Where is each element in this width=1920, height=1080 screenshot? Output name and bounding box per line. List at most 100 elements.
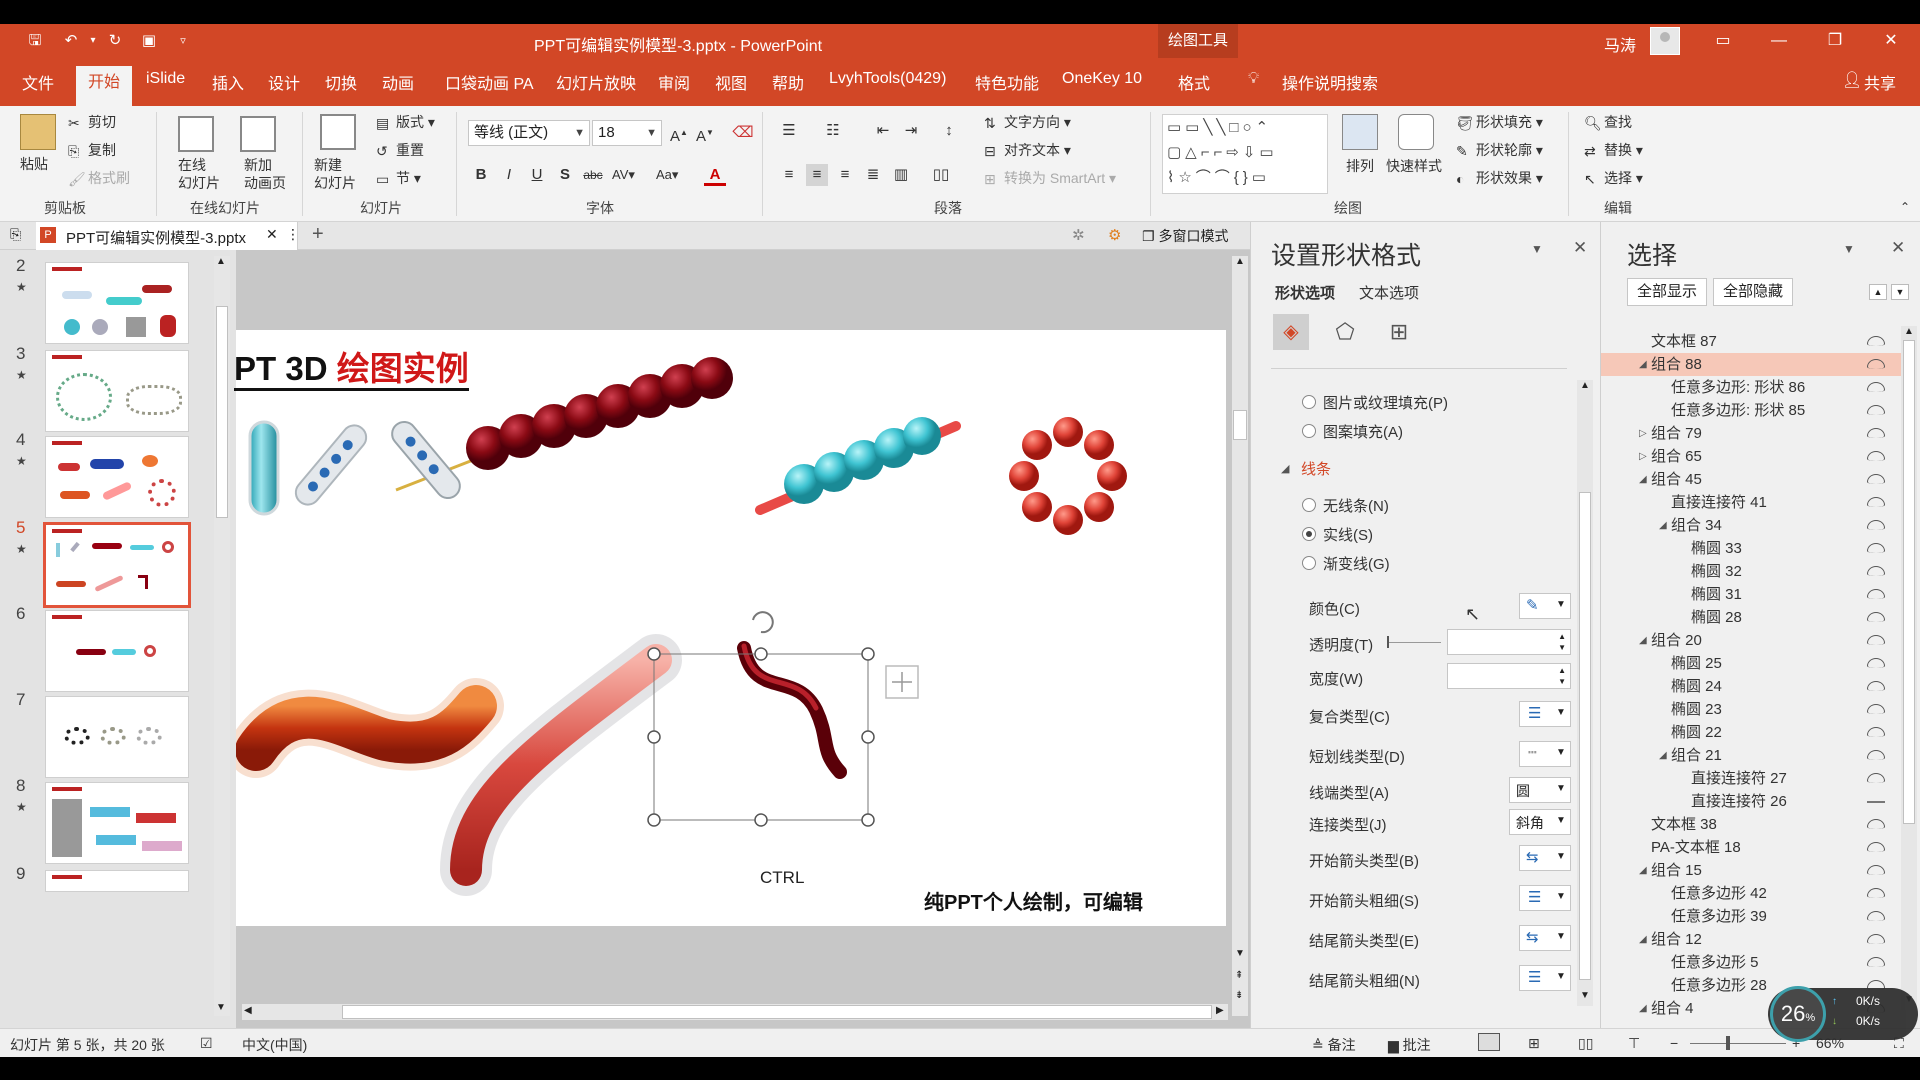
bullets-icon[interactable]: ☰ <box>778 120 800 142</box>
transparency-slider[interactable] <box>1387 636 1441 648</box>
eye-icon[interactable] <box>1867 520 1885 530</box>
compound-type-dropdown[interactable]: ☰ ▼ <box>1519 701 1571 727</box>
font-name-combo[interactable]: 等线 (正文) ▼ <box>468 120 590 146</box>
shapes-gallery[interactable]: ▭▭╲╲□○⌃ ▢△⌐⌐⇨⇩▭ ⌇☆⌒⌒{}▭ <box>1162 114 1328 194</box>
slide-canvas[interactable]: PT 3D 绘图实例 CTRL 纯PPT个人绘制，可编辑 <box>234 330 1226 926</box>
tab-design[interactable]: 设计 <box>268 70 300 94</box>
expand-caret-icon[interactable]: ◢ <box>1659 514 1667 537</box>
send-backward-icon[interactable]: ▼ <box>1891 284 1909 300</box>
eye-icon[interactable] <box>1867 842 1885 852</box>
close-icon[interactable]: ✕ <box>266 226 278 243</box>
scroll-left-icon[interactable]: ◀ <box>244 1005 252 1016</box>
line-spacing-icon[interactable]: ↕ <box>938 120 960 142</box>
effects-pentagon-icon[interactable]: ⬠ <box>1327 314 1363 350</box>
tab-islide[interactable]: iSlide <box>146 70 185 88</box>
shape-outline-button[interactable]: ✎ 形状轮廓 ▾ <box>1456 140 1543 160</box>
tab-transitions[interactable]: 切换 <box>325 70 357 94</box>
slider-thumb[interactable] <box>1387 636 1389 648</box>
char-spacing-icon[interactable]: AV▾ <box>612 164 635 186</box>
eye-icon[interactable] <box>1867 635 1885 645</box>
slide-thumbnail-8[interactable] <box>45 782 189 864</box>
expand-caret-icon[interactable]: ◢ <box>1639 468 1647 491</box>
shrink-font-icon[interactable]: A▼ <box>694 122 716 145</box>
selection-tree-item[interactable]: 椭圆 22 <box>1601 721 1901 744</box>
tab-format[interactable]: 格式 <box>1178 70 1210 94</box>
strikethrough-icon[interactable]: abc <box>582 164 604 186</box>
thumbnails-scrollbar[interactable]: ▲ ▼ <box>214 256 230 1016</box>
selection-tree-item[interactable]: PA-文本框 18 <box>1601 836 1901 859</box>
quick-styles-icon[interactable] <box>1398 114 1434 150</box>
scroll-down-icon[interactable]: ▼ <box>1580 990 1590 1001</box>
eye-icon[interactable] <box>1867 819 1885 829</box>
expand-caret-icon[interactable]: ◢ <box>1639 629 1647 652</box>
slide-thumbnail-3[interactable] <box>45 350 189 432</box>
canvas-vertical-scrollbar[interactable]: ▲ ▼ ⇞ ⇟ <box>1232 256 1248 1016</box>
selection-tree-item[interactable]: 任意多边形 42 <box>1601 882 1901 905</box>
solid-line-radio[interactable] <box>1302 527 1316 541</box>
notes-button[interactable]: ≜ 备注 <box>1312 1035 1356 1055</box>
tab-text-options[interactable]: 文本选项 <box>1359 282 1419 303</box>
end-arrow-type-dropdown[interactable]: ⇆ ▼ <box>1519 925 1571 951</box>
close-button[interactable]: ✕ <box>1868 24 1914 58</box>
reset-button[interactable]: ↺ 重置 <box>376 140 424 160</box>
slide-caption[interactable]: 纯PPT个人绘制，可编辑 <box>924 886 1143 915</box>
scroll-right-icon[interactable]: ▶ <box>1216 1005 1224 1016</box>
eye-icon[interactable] <box>1867 911 1885 921</box>
shape-effects-button[interactable]: ◐ 形状效果 ▾ <box>1456 168 1543 188</box>
font-size-combo[interactable]: 18 ▼ <box>592 120 662 146</box>
increase-indent-icon[interactable]: ⇥ <box>900 120 922 142</box>
selection-tree-item[interactable]: 椭圆 33 <box>1601 537 1901 560</box>
eye-icon[interactable] <box>1867 727 1885 737</box>
online-slides-icon[interactable] <box>178 116 214 152</box>
italic-icon[interactable]: I <box>498 164 520 186</box>
selection-tree-item[interactable]: 任意多边形: 形状 86 <box>1601 376 1901 399</box>
multi-window-button[interactable]: ❐ 多窗口模式 <box>1142 226 1228 246</box>
selection-tree-item[interactable]: 任意多边形 5 <box>1601 951 1901 974</box>
align-center-icon[interactable]: ≡ <box>806 164 828 186</box>
selection-tree-item[interactable]: 任意多边形: 形状 85 <box>1601 399 1901 422</box>
eye-icon[interactable] <box>1867 957 1885 967</box>
align-text-button[interactable]: ⊟ 对齐文本 ▾ <box>984 140 1071 160</box>
new-animation-page-button[interactable]: 新加 动画页 <box>244 156 286 192</box>
scroll-up-icon[interactable]: ▲ <box>1904 326 1914 337</box>
share-icon[interactable]: 👤︎ <box>1842 70 1862 90</box>
tab-animations[interactable]: 动画 <box>382 70 414 94</box>
arrange-button[interactable]: 排列 <box>1346 156 1374 176</box>
numbering-icon[interactable]: ☷ <box>822 120 844 142</box>
selection-tree-item[interactable]: 文本框 38 <box>1601 813 1901 836</box>
minimize-button[interactable]: — <box>1756 24 1802 58</box>
clear-format-icon[interactable]: ⌫ <box>732 122 754 144</box>
zoom-out-icon[interactable]: − <box>1670 1035 1678 1051</box>
tab-home[interactable]: 开始 <box>76 66 132 106</box>
selection-tree-item[interactable]: 椭圆 32 <box>1601 560 1901 583</box>
next-slide-icon[interactable]: ⇟ <box>1235 990 1243 1001</box>
text-direction-button[interactable]: ⇅ 文字方向 ▾ <box>984 112 1071 132</box>
fill-line-icon[interactable]: ◈ <box>1273 314 1309 350</box>
format-painter-button[interactable]: 🖌︎ 格式刷 <box>68 168 130 188</box>
tab-lvyhtools[interactable]: LvyhTools(0429) <box>829 70 946 88</box>
tab-features[interactable]: 特色功能 <box>975 70 1039 94</box>
tab-review[interactable]: 审阅 <box>658 70 690 94</box>
select-button[interactable]: ↖ 选择 ▾ <box>1584 168 1643 188</box>
replace-button[interactable]: ⇄ 替换 ▾ <box>1584 140 1643 160</box>
user-name[interactable]: 马涛 <box>1604 32 1636 56</box>
new-slide-icon[interactable] <box>320 114 356 150</box>
expand-caret-icon[interactable]: ◢ <box>1281 462 1289 475</box>
bring-forward-icon[interactable]: ▲ <box>1869 284 1887 300</box>
expand-caret-icon[interactable]: ◢ <box>1659 744 1667 767</box>
begin-arrow-type-dropdown[interactable]: ⇆ ▼ <box>1519 845 1571 871</box>
tab-file[interactable]: 文件 <box>22 70 54 94</box>
scroll-up-icon[interactable]: ▲ <box>216 256 226 267</box>
online-slides-button[interactable]: 在线 幻灯片 <box>178 156 220 192</box>
expand-caret-icon[interactable]: ◢ <box>1639 859 1647 882</box>
zoom-slider[interactable] <box>1690 1036 1786 1050</box>
expand-caret-icon[interactable]: ◢ <box>1639 353 1647 376</box>
slide-thumbnail-4[interactable] <box>45 436 189 518</box>
dash-type-dropdown[interactable]: ┅ ▼ <box>1519 741 1571 767</box>
selection-tree-item[interactable]: 椭圆 25 <box>1601 652 1901 675</box>
selection-pane-scrollbar[interactable]: ▲ ▼ <box>1901 326 1917 1010</box>
eye-icon[interactable] <box>1867 612 1885 622</box>
change-case-icon[interactable]: Aa▾ <box>656 164 678 186</box>
font-color-icon[interactable]: A <box>704 164 726 186</box>
close-icon[interactable]: ✕ <box>1891 238 1905 258</box>
